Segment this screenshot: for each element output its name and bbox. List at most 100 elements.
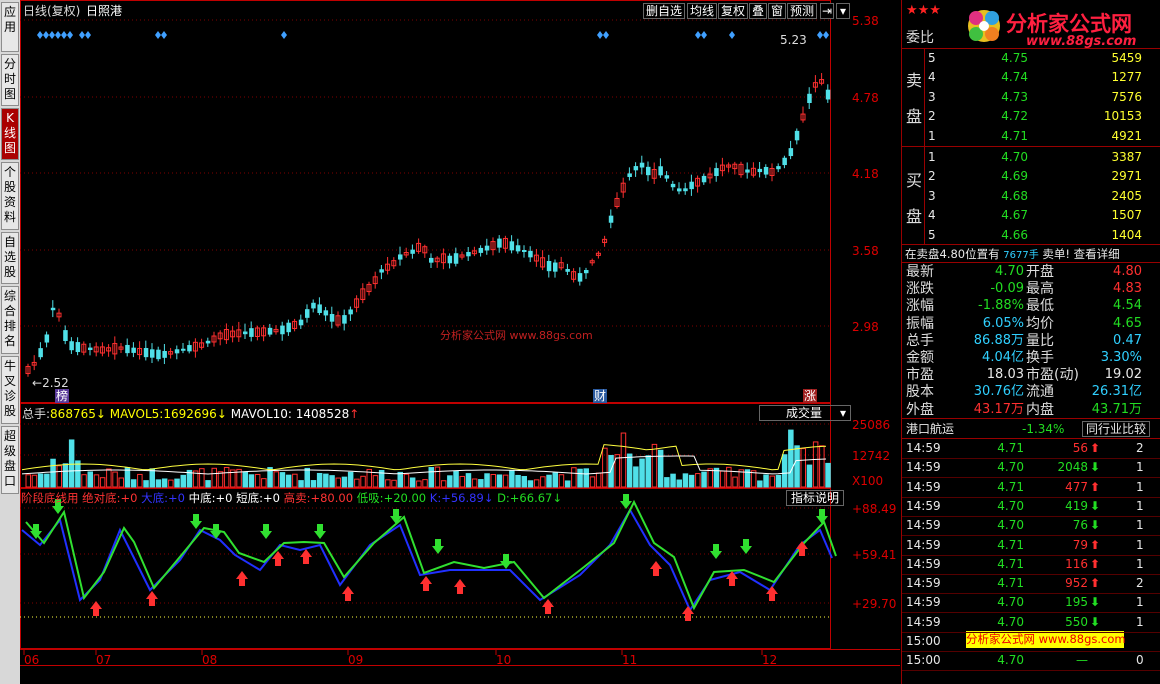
volume-bar (775, 474, 782, 488)
volume-bar (502, 474, 509, 488)
price-axis-label: 2.98 (852, 320, 879, 334)
volume-bar (688, 474, 695, 488)
tick-time: 14:59 (906, 595, 941, 610)
stat-label: 量比 (1026, 332, 1054, 349)
stat-label: 流通 (1026, 384, 1054, 401)
event-badge-rise[interactable]: 涨 (803, 389, 818, 403)
tab-diagnosis[interactable]: 牛叉诊股 (1, 356, 19, 424)
view-details-link[interactable]: 查看详细 (1074, 247, 1120, 261)
volume-bar (403, 473, 410, 488)
volume-bar (360, 475, 366, 488)
arrow-down-icon (314, 524, 326, 539)
price-pane-frame (20, 0, 831, 403)
window-button[interactable]: 窗 (768, 3, 787, 19)
candle-body-down (298, 319, 304, 326)
arrow-up-icon (420, 576, 432, 591)
volume-bar (769, 475, 775, 488)
indicator-value: +0 (262, 491, 280, 505)
tick-time: 15:00 (906, 653, 941, 668)
tick-price: 4.70 (997, 614, 1024, 629)
chart-title: 日线(复权) (23, 4, 81, 18)
volume-bar (168, 479, 174, 488)
stat-value: 30.76亿 (973, 384, 1024, 400)
signal-diamond (597, 31, 603, 39)
tick-time: 14:59 (906, 460, 941, 475)
stat-value: 4.70 (995, 264, 1024, 279)
buy-volume: 3387 (1111, 150, 1142, 164)
sell-volume: 7576 (1111, 89, 1142, 104)
tab-super-board[interactable]: 超级盘口 (1, 426, 19, 494)
volume-bar (44, 473, 50, 488)
volume-bar (515, 474, 521, 488)
volume-bar (633, 466, 639, 488)
stat-label: 总手 (906, 332, 934, 349)
forward-icon[interactable]: ⇥ (820, 3, 834, 19)
volume-bar (316, 472, 323, 488)
stat-value: 19.02 (1104, 367, 1142, 383)
event-badge-finance[interactable]: 财 (593, 389, 608, 403)
volume-bar (112, 471, 118, 488)
indicator-value: +0 (120, 491, 138, 505)
tab-ranking[interactable]: 综合排名 (1, 286, 19, 354)
arrow-up-icon (796, 541, 808, 556)
signal-diamond (49, 31, 55, 39)
price-axis-label: 5.38 (852, 14, 879, 28)
stat-label: 涨幅 (906, 298, 934, 315)
candle-body-down (807, 93, 812, 104)
volume-bar (509, 470, 515, 488)
flower-logo-icon (968, 10, 1000, 42)
volume-bar (254, 473, 261, 488)
volume-bar (620, 432, 627, 488)
tab-intraday[interactable]: 分时图 (1, 54, 19, 106)
volume-indicator-select[interactable]: 成交量 ▾ (759, 405, 851, 421)
volume-bar (99, 477, 106, 488)
chevron-down-icon[interactable]: ▾ (836, 3, 850, 19)
indicator-help-button[interactable]: 指标说明 (786, 490, 845, 506)
volume-bar (56, 465, 62, 488)
volume-bar (701, 471, 707, 488)
indicator-name: 阶段底线用 (21, 491, 79, 505)
candle-body-down (88, 347, 93, 351)
tab-stock-info[interactable]: 个股资料 (1, 162, 19, 230)
indicator-pane-frame (20, 488, 831, 649)
rating-stars: ★★★ (906, 3, 941, 18)
x-axis-label: 11 (622, 653, 638, 667)
sell-price: 4.74 (1001, 70, 1028, 85)
mavol5-line (21, 444, 827, 471)
tick-price: 4.70 (997, 498, 1024, 513)
industry-compare-button[interactable]: 同行业比较 (1082, 421, 1151, 437)
candle-body-down (63, 330, 68, 341)
arrow-up-icon (236, 571, 248, 586)
adjust-button[interactable]: 复权 (718, 3, 749, 19)
candle-body-down (317, 304, 322, 313)
arrow-down-icon (500, 554, 512, 569)
volume-bar (496, 474, 503, 488)
price-axis-label: 4.78 (852, 91, 879, 105)
x-axis-label: 09 (348, 653, 364, 667)
overlay-button[interactable]: 叠 (749, 3, 768, 19)
candle-body-down (745, 169, 750, 173)
buy-price: 4.69 (1001, 169, 1028, 184)
candle-body-down (627, 173, 632, 177)
candle-body-down (466, 251, 471, 257)
volume-bar (682, 473, 689, 488)
arrow-up-icon: ⬆ (1090, 537, 1101, 552)
tick-time: 15:00 (906, 634, 941, 648)
forecast-button[interactable]: 预测 (787, 3, 818, 19)
volume-bar (626, 453, 633, 488)
candle-body-down (342, 315, 347, 324)
tick-count: 1 (1136, 595, 1144, 610)
tick-price: 4.70 (997, 595, 1024, 610)
event-badge-list[interactable]: 榜 (55, 389, 70, 403)
stat-value: 4.04亿 (982, 350, 1024, 365)
tab-apps[interactable]: 应用 (1, 2, 19, 52)
candle-body-down (286, 322, 291, 333)
tab-kline[interactable]: K线图 (1, 108, 19, 160)
tab-watchlist[interactable]: 自选股 (1, 232, 19, 284)
tick-time: 14:59 (906, 614, 941, 629)
remove-watchlist-button[interactable]: 删自选 (643, 3, 686, 19)
sector-name: 港口航运 (906, 422, 955, 436)
arrow-up-icon (146, 591, 158, 606)
moving-average-button[interactable]: 均线 (687, 3, 718, 19)
volume-bar (180, 474, 186, 488)
